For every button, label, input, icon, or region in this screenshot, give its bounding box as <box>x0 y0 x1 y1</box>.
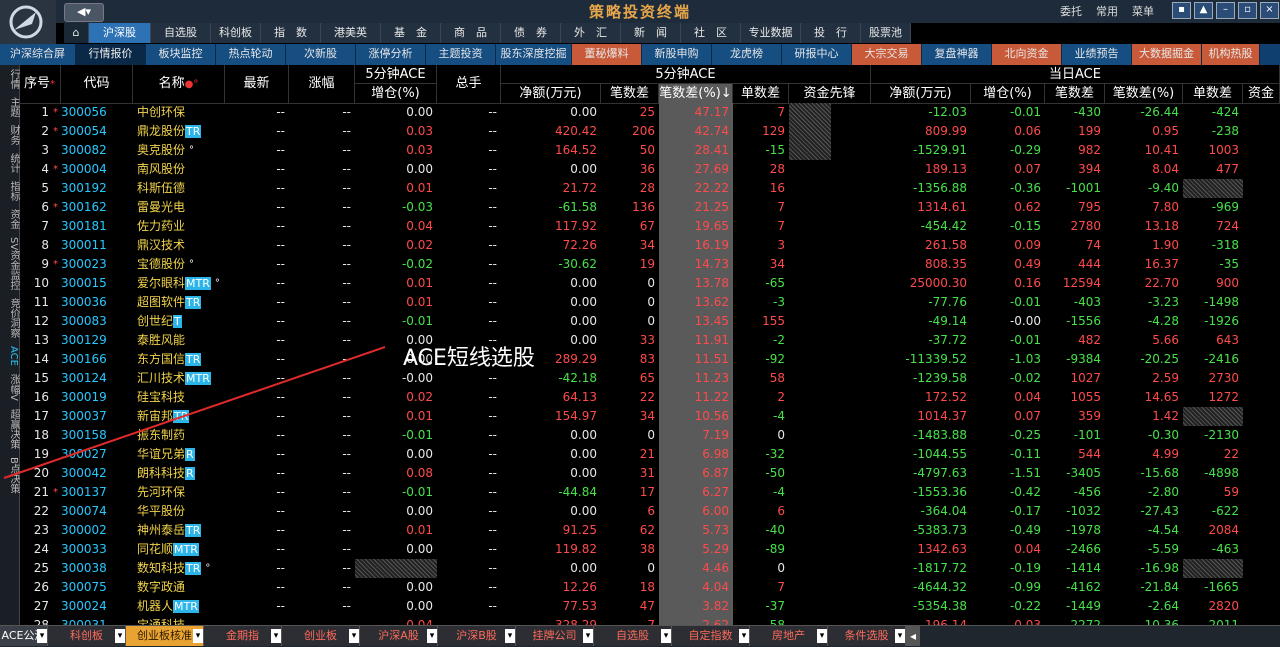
bottom-tab[interactable]: 自选股 ▾ <box>594 626 672 646</box>
bottom-tab[interactable]: 金期指 ▾ <box>204 626 282 646</box>
bottom-tab-label: 自定指数 <box>688 629 733 642</box>
bottom-tab-label: 金期指 <box>226 629 259 642</box>
dropdown-arrow-icon[interactable]: ▾ <box>37 629 47 643</box>
bottom-tab-label: 沪深A股 <box>378 629 419 642</box>
bottom-tab[interactable]: 科创板 ▾ <box>48 626 126 646</box>
bottom-tab[interactable]: 沪深A股 ▾ <box>360 626 438 646</box>
bottom-tab[interactable]: 挂牌公司 ▾ <box>516 626 594 646</box>
bottom-tabs: ACE公测 ▾ 科创板 ▾ 创业板核准 ▾ 金期指 ▾ 创业板 ▾ 沪深A股 ▾ 沪深B股 ▾ 挂牌公司 ▾ 自… <box>0 625 1280 647</box>
dropdown-arrow-icon[interactable]: ▾ <box>349 629 359 643</box>
bottom-tab[interactable]: 创业板 ▾ <box>282 626 360 646</box>
dropdown-arrow-icon[interactable]: ▾ <box>583 629 593 643</box>
dropdown-arrow-icon[interactable]: ▾ <box>661 629 671 643</box>
dropdown-arrow-icon[interactable]: ▾ <box>739 629 749 643</box>
bottom-tab-label: 挂牌公司 <box>532 629 577 642</box>
bottom-tab[interactable]: 沪深B股 ▾ <box>438 626 516 646</box>
bottom-tab[interactable]: ACE公测 ▾ <box>0 626 48 646</box>
dropdown-arrow-icon[interactable]: ▾ <box>271 629 281 643</box>
bottom-tab-label: 沪深B股 <box>456 629 497 642</box>
bottom-tab-label: 自选股 <box>616 629 649 642</box>
dropdown-arrow-icon[interactable]: ▾ <box>817 629 827 643</box>
dropdown-arrow-icon[interactable]: ▾ <box>115 629 125 643</box>
annotation-arrow-line <box>3 346 386 479</box>
bottom-tab[interactable]: 创业板核准 ▾ <box>126 626 204 646</box>
annotation-label: ACE短线选股 <box>403 346 535 371</box>
bottom-tab-label: 创业板 <box>304 629 337 642</box>
dropdown-arrow-icon[interactable]: ▾ <box>895 629 905 643</box>
annotation-arrow <box>3 346 386 479</box>
dropdown-arrow-icon[interactable]: ▾ <box>427 629 437 643</box>
bottom-tab[interactable]: 房地产 ▾ <box>750 626 828 646</box>
dropdown-arrow-icon[interactable]: ▾ <box>505 629 515 643</box>
bottom-tab-label: 创业板核准 <box>137 629 192 642</box>
bottom-tab[interactable]: 条件选股 ▾ <box>828 626 906 646</box>
scroll-left-icon[interactable]: ◂ <box>906 626 920 646</box>
dropdown-arrow-icon[interactable]: ▾ <box>193 629 203 643</box>
bottom-tab-label: 房地产 <box>772 629 805 642</box>
bottom-tab-label: 条件选股 <box>844 629 889 642</box>
bottom-tab[interactable]: 自定指数 ▾ <box>672 626 750 646</box>
bottom-tab-label: 科创板 <box>70 629 103 642</box>
